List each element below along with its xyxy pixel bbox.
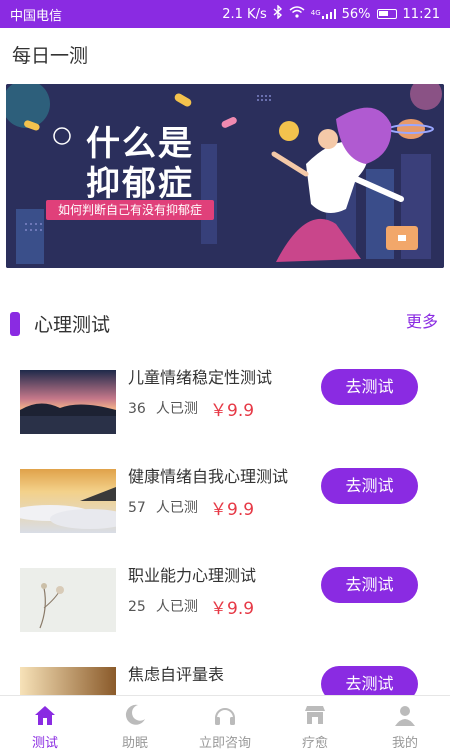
tab-healing[interactable]: 疗愈 — [270, 696, 360, 751]
list-item[interactable]: 健康情绪自我心理测试 57 人已测 ￥9.9 去测试 — [0, 461, 450, 541]
tab-consult[interactable]: 立即咨询 — [180, 696, 270, 751]
profile-icon — [392, 702, 418, 732]
home-icon — [32, 702, 58, 732]
headphones-icon — [212, 702, 238, 732]
tested-count: 25 人已测 — [128, 596, 198, 616]
bluetooth-icon — [273, 4, 283, 23]
thumbnail-lake-sunset — [20, 370, 116, 434]
tab-sleep[interactable]: 助眠 — [90, 696, 180, 751]
start-test-button[interactable]: 去测试 — [321, 369, 418, 405]
banner-title-line2: 抑郁症 — [86, 164, 194, 204]
clock: 11:21 — [402, 6, 440, 22]
section-accent-bar — [10, 312, 20, 336]
tested-count-number: 57 — [128, 500, 146, 516]
signal-icon: 4G — [311, 9, 336, 19]
section-title: 心理测试 — [34, 314, 111, 336]
page-header: 每日一测 — [0, 28, 450, 80]
battery-icon — [376, 9, 397, 19]
network-speed: 2.1 K/s — [222, 6, 267, 22]
tab-label: 测试 — [31, 736, 58, 751]
tab-label: 疗愈 — [301, 736, 328, 751]
test-price: ￥9.9 — [210, 599, 255, 619]
network-type: 4G — [310, 9, 321, 17]
carrier-label: 中国电信 — [10, 8, 63, 24]
test-title: 焦虑自评量表 — [128, 665, 225, 684]
test-title: 职业能力心理测试 — [128, 566, 257, 585]
tested-count-label: 人已测 — [155, 401, 198, 417]
test-price: ￥9.9 — [210, 500, 255, 520]
list-item[interactable]: 职业能力心理测试 25 人已测 ￥9.9 去测试 — [0, 560, 450, 640]
thumbnail-dried-flowers — [20, 568, 116, 632]
test-price: ￥9.9 — [210, 401, 255, 421]
status-bar: 中国电信 2.1 K/s 4G 56% 11:21 — [0, 0, 450, 28]
bottom-tab-bar: 测试 助眠 立即咨询 疗愈 我的 — [0, 695, 450, 751]
status-right: 2.1 K/s 4G 56% 11:21 — [222, 4, 440, 23]
shop-icon — [302, 702, 328, 732]
tested-count-label: 人已测 — [155, 599, 198, 615]
banner[interactable]: 什么是 抑郁症 如何判断自己有没有抑郁症 — [6, 84, 444, 268]
page-title: 每日一测 — [12, 44, 89, 67]
tested-count-number: 25 — [128, 599, 146, 615]
test-title: 儿童情绪稳定性测试 — [128, 368, 273, 387]
tab-label: 我的 — [391, 736, 418, 751]
list-item[interactable]: 儿童情绪稳定性测试 36 人已测 ￥9.9 去测试 — [0, 362, 450, 442]
tab-label: 助眠 — [121, 736, 148, 751]
tested-count-number: 36 — [128, 401, 146, 417]
thumbnail-sea-of-clouds — [20, 469, 116, 533]
tested-count: 57 人已测 — [128, 497, 198, 517]
wifi-icon — [289, 6, 305, 22]
more-link[interactable]: 更多 — [406, 308, 438, 332]
start-test-button[interactable]: 去测试 — [321, 468, 418, 504]
tab-profile[interactable]: 我的 — [360, 696, 450, 751]
start-test-button[interactable]: 去测试 — [321, 567, 418, 603]
tab-label: 立即咨询 — [198, 736, 251, 751]
tab-test[interactable]: 测试 — [0, 696, 90, 751]
section-header: 心理测试 更多 — [0, 300, 450, 346]
banner-subtitle: 如何判断自己有没有抑郁症 — [46, 200, 214, 220]
tested-count-label: 人已测 — [155, 500, 198, 516]
moon-icon — [122, 702, 148, 732]
battery-percent: 56% — [341, 6, 371, 22]
tested-count: 36 人已测 — [128, 398, 198, 418]
banner-illustration — [6, 84, 444, 268]
test-title: 健康情绪自我心理测试 — [128, 467, 289, 486]
